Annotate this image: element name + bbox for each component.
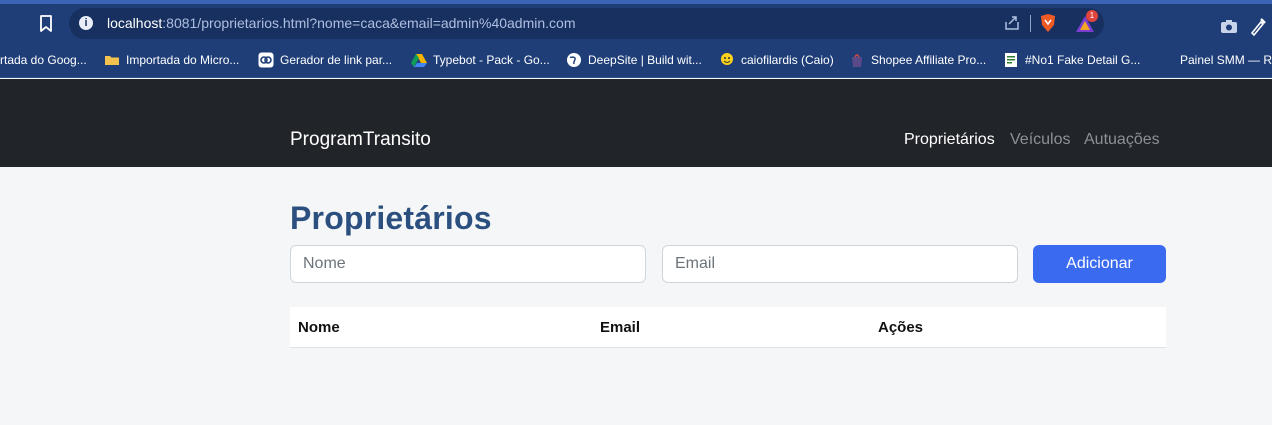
url-divider (1030, 15, 1031, 32)
bookmark-label: Importada do Micro... (126, 53, 240, 67)
shopee-icon (849, 52, 865, 68)
nav-link-proprietarios[interactable]: Proprietários (904, 131, 995, 149)
site-info-icon[interactable]: i (79, 16, 93, 30)
nav-link-autuacoes[interactable]: Autuações (1084, 131, 1160, 149)
link-icon (258, 52, 274, 68)
bookmark-item[interactable]: DeepSite | Build wit... (566, 51, 702, 69)
bookmarks-bar: rtada do Goog... Importada do Micro... G… (0, 43, 1272, 78)
browser-toolbar: i localhost:8081/proprietarios.html?nome… (0, 0, 1272, 43)
bookmark-item[interactable]: Gerador de link par... (258, 51, 392, 69)
bookmark-item[interactable]: #No1 Fake Detail G... (1003, 51, 1140, 69)
bookmark-label: DeepSite | Build wit... (588, 53, 702, 67)
bookmark-item[interactable]: Shopee Affiliate Pro... (849, 51, 986, 69)
brave-shield-icon[interactable] (1039, 13, 1057, 33)
bookmark-item[interactable]: Importada do Micro... (104, 51, 239, 69)
folder-icon (104, 52, 120, 68)
address-bar[interactable]: i localhost:8081/proprietarios.html?nome… (69, 8, 1104, 39)
bookmark-label: caiofilardis (Caio) (741, 53, 834, 67)
notification-badge: 1 (1086, 10, 1098, 22)
bookmark-label: #No1 Fake Detail G... (1025, 53, 1141, 67)
globe-icon (566, 52, 582, 68)
page-title: Proprietários (290, 200, 492, 236)
name-input[interactable] (290, 245, 646, 283)
bookmark-label: Shopee Affiliate Pro... (871, 53, 987, 67)
url-text[interactable]: localhost:8081/proprietarios.html?nome=c… (107, 15, 575, 31)
bookmark-label: Painel SMM — Re (1180, 53, 1272, 67)
bookmark-item[interactable]: Painel SMM — Re (1180, 51, 1272, 69)
brand-link[interactable]: ProgramTransito (290, 129, 431, 151)
app-navbar: ProgramTransito Proprietários Veículos A… (0, 79, 1272, 167)
bookmark-label: Typebot - Pack - Go... (433, 53, 550, 67)
bookmark-label: rtada do Goog... (0, 53, 87, 67)
drive-icon (411, 52, 427, 68)
add-button[interactable]: Adicionar (1033, 245, 1166, 283)
email-input[interactable] (662, 245, 1018, 283)
hugging-face-icon (719, 52, 735, 68)
share-icon[interactable] (1003, 14, 1021, 32)
column-header-email: Email (600, 319, 641, 336)
column-header-actions: Ações (878, 319, 924, 336)
column-header-name: Nome (298, 319, 340, 336)
eyedropper-icon[interactable] (1249, 16, 1267, 37)
bookmark-icon[interactable] (36, 13, 56, 35)
bookmark-item[interactable]: caiofilardis (Caio) (719, 51, 834, 69)
owners-table: Nome Email Ações (290, 307, 1166, 348)
bookmark-item[interactable]: Typebot - Pack - Go... (411, 51, 550, 69)
nav-link-veiculos[interactable]: Veículos (1010, 131, 1070, 149)
camera-icon[interactable] (1220, 18, 1238, 34)
document-icon (1003, 52, 1019, 68)
bookmark-label: Gerador de link par... (280, 53, 393, 67)
bookmark-item[interactable]: rtada do Goog... (0, 51, 87, 69)
